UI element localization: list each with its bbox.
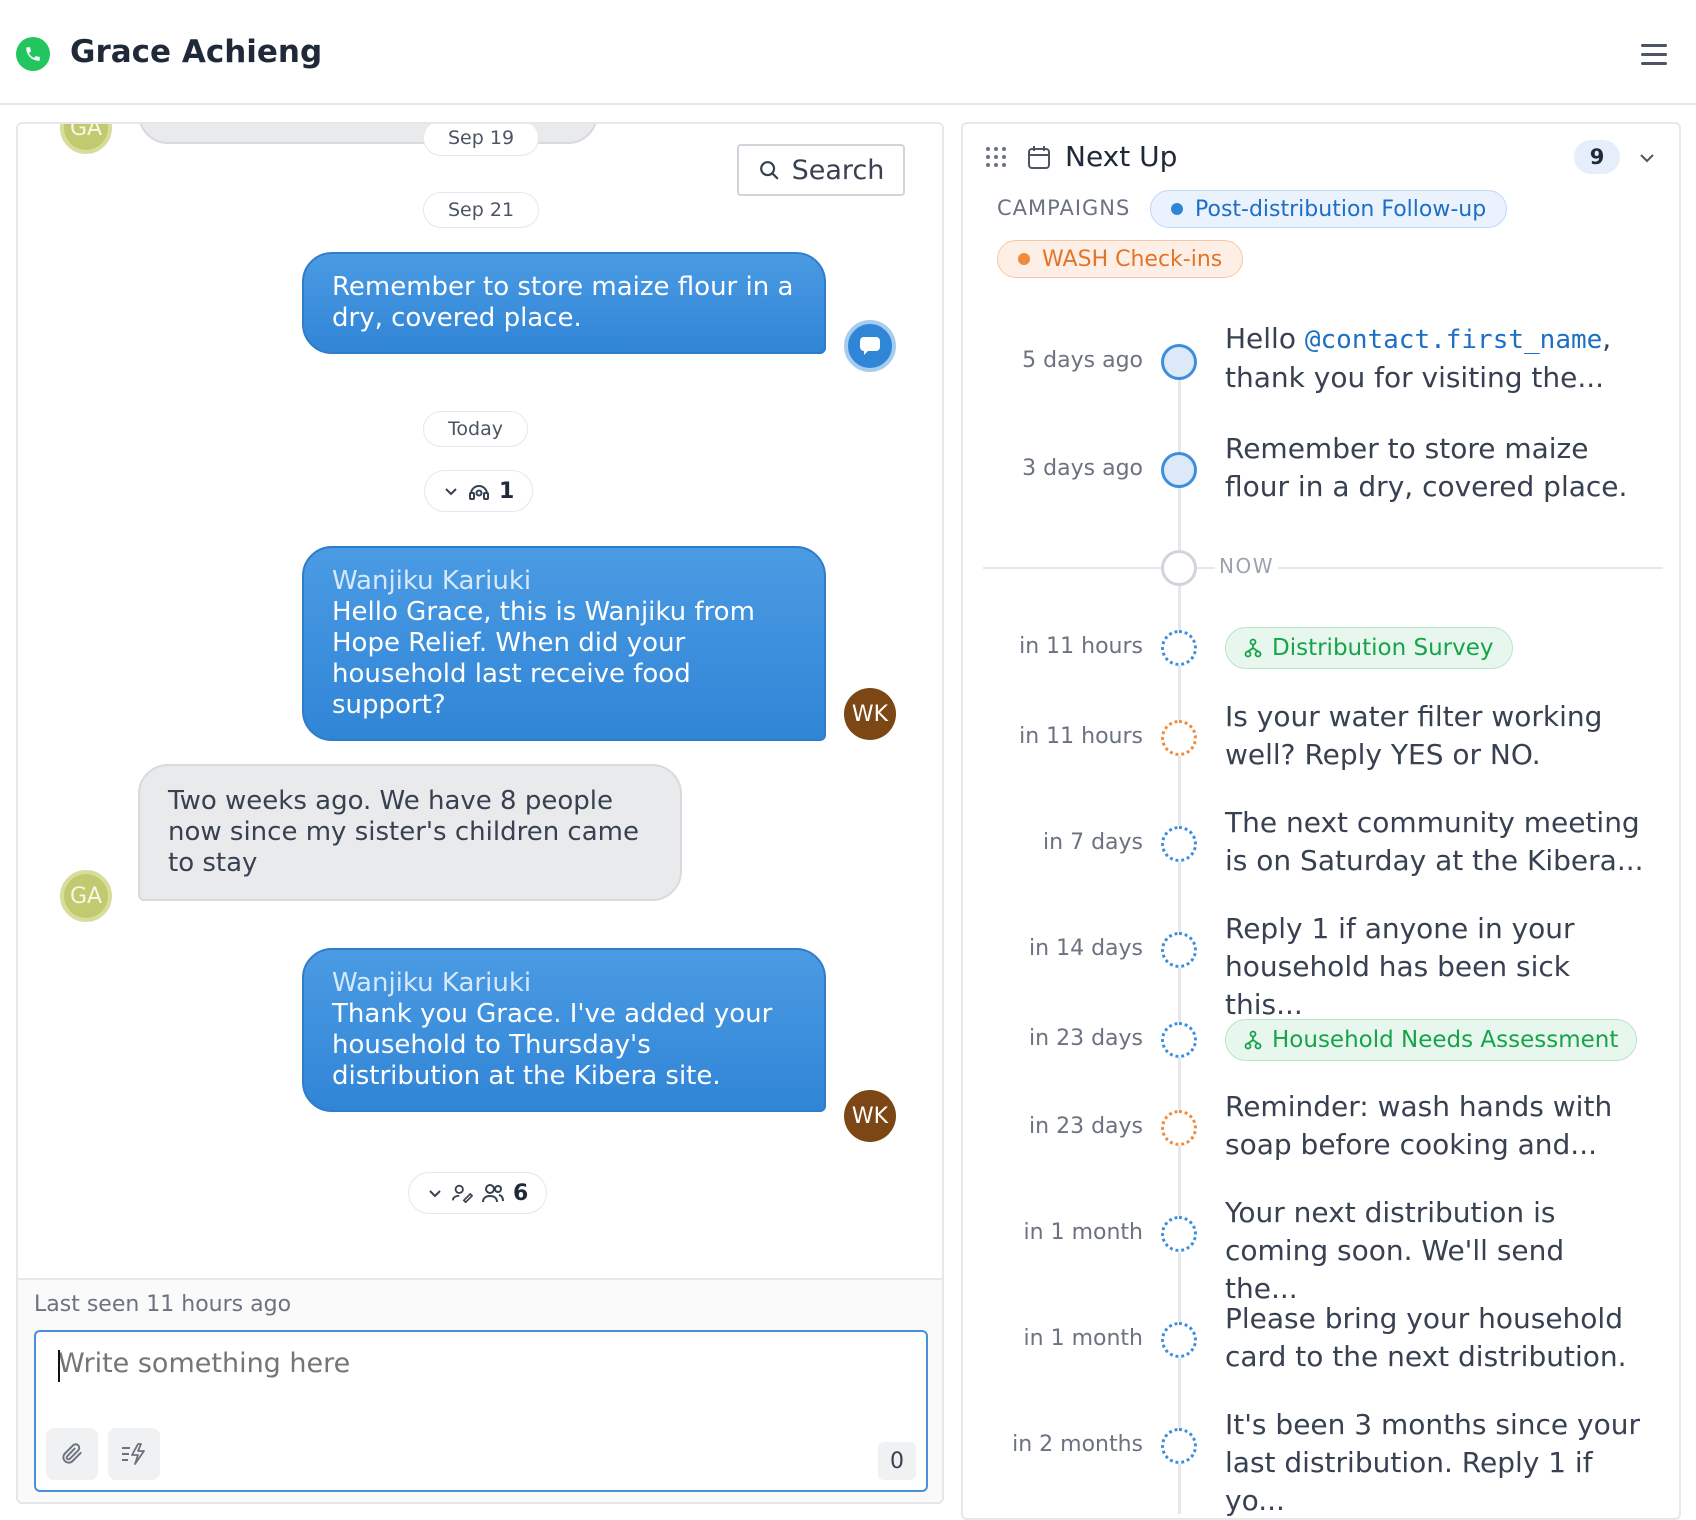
event-node-past (1161, 452, 1197, 488)
agent-avatar: WK (844, 1090, 896, 1142)
message-composer[interactable]: 0 (34, 1330, 928, 1492)
flow-event-distribution-survey[interactable]: Distribution Survey (1225, 627, 1513, 669)
phone-icon (16, 37, 50, 71)
event-time: in 1 month (1023, 1326, 1143, 1351)
message-list[interactable]: GA Sep 19 Sep 21 Search Remember to stor… (18, 124, 942, 1278)
chevron-down-icon[interactable] (1637, 148, 1657, 168)
event-time: 5 days ago (1022, 348, 1143, 373)
chevron-down-icon (445, 488, 457, 496)
event-time: in 23 days (1029, 1026, 1143, 1051)
event-time: in 23 days (1029, 1114, 1143, 1139)
event-node-scheduled (1161, 1322, 1197, 1358)
event-node-scheduled (1161, 826, 1197, 862)
event-node-scheduled (1161, 630, 1197, 666)
event-message[interactable]: It's been 3 months since your last distr… (1225, 1406, 1645, 1518)
campaign-filter-wash[interactable]: WASH Check-ins (997, 240, 1244, 278)
paperclip-icon (62, 1443, 82, 1464)
flow-icon (1244, 638, 1262, 658)
attach-button[interactable] (46, 1428, 98, 1480)
chevron-down-icon (429, 1190, 441, 1198)
event-time: in 11 hours (1019, 724, 1143, 749)
contact-name: Grace Achieng (70, 34, 323, 70)
last-seen-text: Last seen 11 hours ago (34, 1292, 292, 1317)
drag-handle-icon[interactable] (985, 146, 1007, 168)
now-divider (983, 567, 1663, 569)
next-up-title: Next Up (1065, 140, 1178, 173)
header: Grace Achieng (0, 0, 1696, 105)
message-input[interactable] (58, 1348, 898, 1379)
event-message[interactable]: Reminder: wash hands with soap before co… (1225, 1088, 1645, 1164)
message-bubble-incoming: Two weeks ago. We have 8 people now sinc… (138, 764, 682, 901)
quick-reply-button[interactable] (108, 1428, 160, 1480)
search-button[interactable]: Search (737, 144, 905, 196)
hamburger-menu-icon[interactable] (1641, 44, 1667, 65)
event-message[interactable]: Please bring your household card to the … (1225, 1300, 1645, 1376)
event-node-scheduled (1161, 1216, 1197, 1252)
event-time: in 11 hours (1019, 634, 1143, 659)
date-separator: Sep 21 (423, 192, 540, 228)
search-icon (759, 161, 778, 180)
now-node (1161, 550, 1197, 586)
event-message[interactable]: Hello @contact.first_name, thank you for… (1225, 320, 1645, 397)
event-time: in 2 months (1012, 1432, 1143, 1457)
event-node-scheduled (1161, 1428, 1197, 1464)
composer-area: Last seen 11 hours ago 0 (18, 1278, 942, 1502)
collapsed-events-toggle[interactable]: 1 (424, 470, 534, 512)
date-separator: Today (423, 411, 528, 447)
contact-avatar: GA (60, 124, 112, 154)
event-node-past (1161, 344, 1197, 380)
event-time: 3 days ago (1022, 456, 1143, 481)
campaign-filter-post-distribution[interactable]: Post-distribution Follow-up (1150, 190, 1508, 228)
event-time: in 7 days (1043, 830, 1143, 855)
agent-headset-icon (469, 485, 489, 500)
event-node-scheduled (1161, 1022, 1197, 1058)
flow-event-household-needs[interactable]: Household Needs Assessment (1225, 1019, 1638, 1061)
edit-user-icon (451, 1184, 473, 1204)
next-up-panel: Next Up 9 CAMPAIGNS Post-distribution Fo… (961, 122, 1681, 1520)
now-label: NOW (1215, 554, 1278, 578)
character-count: 0 (878, 1442, 916, 1480)
event-message[interactable]: The next community meeting is on Saturda… (1225, 804, 1645, 880)
event-node-scheduled (1161, 1110, 1197, 1146)
chat-bubble-icon (860, 337, 880, 355)
date-separator: Sep 19 (423, 124, 540, 156)
event-message[interactable]: Your next distribution is coming soon. W… (1225, 1194, 1645, 1308)
broadcast-avatar (844, 320, 896, 372)
flow-icon (1244, 1030, 1262, 1050)
collapsed-events-toggle[interactable]: 6 (408, 1172, 548, 1214)
event-time: in 1 month (1023, 1220, 1143, 1245)
event-message[interactable]: Is your water filter working well? Reply… (1225, 698, 1645, 774)
next-up-count-badge: 9 (1574, 140, 1620, 174)
chat-panel: GA Sep 19 Sep 21 Search Remember to stor… (16, 122, 944, 1504)
event-time: in 14 days (1029, 936, 1143, 961)
message-bubble-outgoing: Wanjiku Kariuki Thank you Grace. I've ad… (302, 948, 826, 1112)
event-node-scheduled (1161, 932, 1197, 968)
contact-avatar: GA (60, 870, 112, 922)
campaigns-label: CAMPAIGNS (997, 196, 1131, 220)
calendar-icon (1028, 146, 1050, 169)
text-caret (58, 1350, 60, 1382)
message-bubble-outgoing: Wanjiku Kariuki Hello Grace, this is Wan… (302, 546, 826, 741)
message-bubble-outgoing: Remember to store maize flour in a dry, … (302, 252, 826, 354)
event-message[interactable]: Reply 1 if anyone in your household has … (1225, 910, 1645, 1024)
lightning-list-icon (122, 1443, 145, 1465)
agent-avatar: WK (844, 688, 896, 740)
users-icon (482, 1184, 504, 1203)
event-node-scheduled (1161, 720, 1197, 756)
event-message[interactable]: Remember to store maize flour in a dry, … (1225, 430, 1645, 506)
